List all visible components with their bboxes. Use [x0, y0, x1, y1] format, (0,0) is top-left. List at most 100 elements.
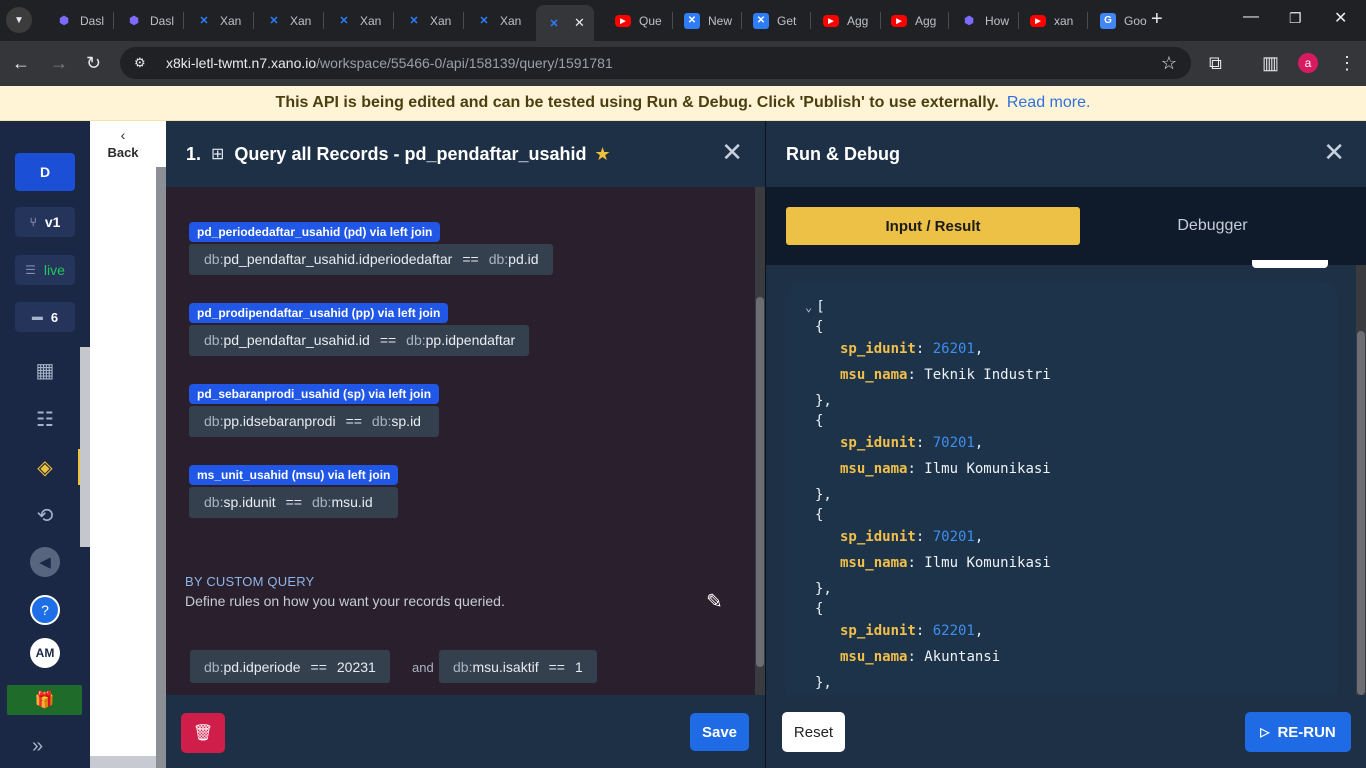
help-icon[interactable]: ?	[30, 595, 60, 625]
new-tab-icon[interactable]: +	[1151, 9, 1163, 29]
site-info-icon[interactable]: ⚙	[134, 55, 156, 71]
restore-icon[interactable]: ❐	[1289, 10, 1302, 27]
scrollbar-thumb[interactable]	[1357, 331, 1365, 695]
play-icon: ▷	[1260, 725, 1270, 739]
megaphone-icon[interactable]: ◀	[30, 547, 60, 577]
join-block[interactable]: pd_sebaranprodi_usahid (sp) via left joi…	[189, 384, 440, 437]
pencil-icon[interactable]: ✎	[706, 589, 723, 614]
scrollbar-thumb[interactable]	[756, 297, 764, 667]
query-scrollbar[interactable]	[755, 187, 765, 695]
window-close-icon[interactable]: ✕	[1334, 8, 1347, 28]
tab-close-icon[interactable]: ✕	[574, 15, 585, 31]
join-condition[interactable]: db:sp.idunit == db:msu.id	[189, 487, 399, 518]
json-array-open[interactable]: ⌄[	[805, 297, 825, 317]
read-more-link[interactable]: Read more.	[1007, 94, 1091, 112]
comments-button[interactable]: ▬ 6	[15, 302, 75, 332]
join-condition[interactable]: db:pd_pendaftar_usahid.id == db:pp.idpenda…	[189, 325, 530, 356]
side-panel-icon[interactable]: ▥	[1262, 51, 1279, 75]
user-avatar[interactable]: AM	[30, 638, 60, 668]
browser-tab[interactable]: ✕ ✕	[536, 5, 594, 41]
db-prefix: db:	[204, 413, 224, 429]
join-block[interactable]: pd_prodipendaftar_usahid (pp) via left j…	[189, 303, 530, 356]
browser-tab[interactable]: ✕ Xan	[326, 6, 392, 35]
back-arrow-icon[interactable]: ←	[12, 51, 30, 75]
browser-tab[interactable]: ✕ Xan	[256, 6, 322, 35]
branch-selector[interactable]: ⑂ v1	[15, 207, 75, 237]
xano-icon: ✕	[269, 15, 279, 27]
live-status[interactable]: ☰ live	[15, 255, 75, 285]
extensions-icon[interactable]: ⧉	[1209, 51, 1222, 75]
gift-icon[interactable]: 🎁	[7, 685, 82, 715]
tab-input-result[interactable]: Input / Result	[786, 207, 1080, 245]
query-condition[interactable]: db: msu.isaktif == 1	[439, 650, 597, 683]
hidden-toolbar-button[interactable]	[1252, 260, 1328, 268]
browser-menu-icon[interactable]: ⋮	[1338, 51, 1356, 75]
browser-tab[interactable]: ✕ New	[674, 6, 740, 35]
join-condition[interactable]: db:pd_pendaftar_usahid.idperiodedaftar ==…	[189, 244, 553, 275]
expand-sidebar-icon[interactable]: »	[32, 735, 43, 758]
reset-button[interactable]: Reset	[782, 712, 845, 752]
chevron-down-icon[interactable]: ⌄	[805, 300, 812, 314]
join-block[interactable]: pd_periodedaftar_usahid (pd) via left jo…	[189, 222, 553, 275]
scrollbar-track[interactable]	[156, 167, 166, 768]
trash-icon: 🗑	[192, 725, 214, 742]
join-left-field: sp.idunit	[223, 494, 276, 510]
bookmark-star-icon[interactable]: ☆	[1161, 53, 1177, 74]
browser-tab[interactable]: ⬢ Dasl	[116, 6, 182, 35]
query-panel-header: 1. ⊞ Query all Records - pd_pendaftar_us…	[166, 121, 765, 187]
browser-tab[interactable]: ▶ Que	[605, 6, 671, 35]
colon: :	[907, 461, 925, 477]
scrollbar-thumb[interactable]	[80, 347, 90, 547]
url-path: /workspace/55466-0/api/158139/query/1591…	[316, 55, 613, 71]
browser-tab[interactable]: ✕ Get	[743, 6, 809, 35]
browser-tab[interactable]: ⬢ How	[951, 6, 1017, 35]
conjunction-label[interactable]: and	[412, 660, 434, 675]
tab-debugger[interactable]: Debugger	[1080, 207, 1345, 245]
join-condition[interactable]: db:pp.idsebaranprodi == db:sp.id	[189, 406, 440, 437]
profile-avatar[interactable]: a	[1298, 53, 1318, 73]
browser-tab[interactable]: ▶ Agg	[881, 6, 947, 35]
tab-separator	[253, 12, 254, 29]
workspace-badge[interactable]: D	[15, 153, 75, 191]
brace: },	[815, 581, 832, 597]
horizontal-scrollbar[interactable]	[90, 756, 156, 768]
forward-arrow-icon[interactable]: →	[50, 51, 68, 75]
back-button[interactable]: ‹ Back	[90, 121, 156, 167]
dashboard-icon[interactable]: ▦	[30, 355, 60, 385]
back-column: ‹ Back	[80, 121, 166, 768]
browser-tab[interactable]: ✕ Xan	[186, 6, 252, 35]
colon: :	[915, 623, 933, 639]
browser-tab[interactable]: ⬢ Dasl	[46, 6, 112, 35]
database-tables-icon[interactable]: ☷	[30, 404, 60, 434]
browser-tab[interactable]: G Goo	[1090, 6, 1148, 35]
join-right-field: sp.id	[391, 413, 421, 429]
close-icon[interactable]: ✕	[721, 139, 743, 165]
browser-tab[interactable]: ✕ Xan	[466, 6, 532, 35]
reload-icon[interactable]: ↻	[86, 51, 101, 75]
favorite-star-icon[interactable]: ★	[595, 144, 611, 165]
tab-title: Que	[639, 13, 662, 28]
result-scrollbar[interactable]	[1356, 265, 1366, 695]
colon: :	[907, 367, 925, 383]
delete-button[interactable]: 🗑	[181, 713, 225, 753]
history-icon[interactable]: ⟲	[30, 500, 60, 530]
minimize-icon[interactable]: —	[1243, 8, 1259, 26]
join-block[interactable]: ms_unit_usahid (msu) via left join db:sp…	[189, 465, 399, 518]
query-condition[interactable]: db: pd.idperiode == 20231	[190, 650, 390, 683]
tab-search-icon[interactable]: ▼	[6, 7, 32, 33]
json-field-row: msu_nama: Ilmu Komunikasi	[840, 459, 1051, 479]
youtube-icon: ▶	[823, 14, 839, 27]
browser-tab[interactable]: ✕ Xan	[396, 6, 462, 35]
tab-title: How	[985, 13, 1010, 28]
rerun-button[interactable]: ▷ RE-RUN	[1245, 712, 1351, 752]
save-button[interactable]: Save	[690, 713, 749, 751]
api-icon[interactable]: ◈	[30, 449, 81, 485]
browser-tab[interactable]: ▶ xan	[1020, 6, 1086, 35]
close-icon[interactable]: ✕	[1323, 139, 1345, 165]
run-debug-panel: Run & Debug ✕ Input / Result Debugger ⌄[…	[765, 121, 1366, 768]
colon: :	[915, 529, 933, 545]
browser-tab[interactable]: ▶ Agg	[813, 6, 879, 35]
condition-operator: ==	[310, 658, 327, 675]
json-field-row: msu_nama: Akuntansi	[840, 647, 1000, 667]
address-bar[interactable]: ⚙ x8ki-letl-twmt.n7.xano.io/workspace/55…	[120, 47, 1191, 79]
